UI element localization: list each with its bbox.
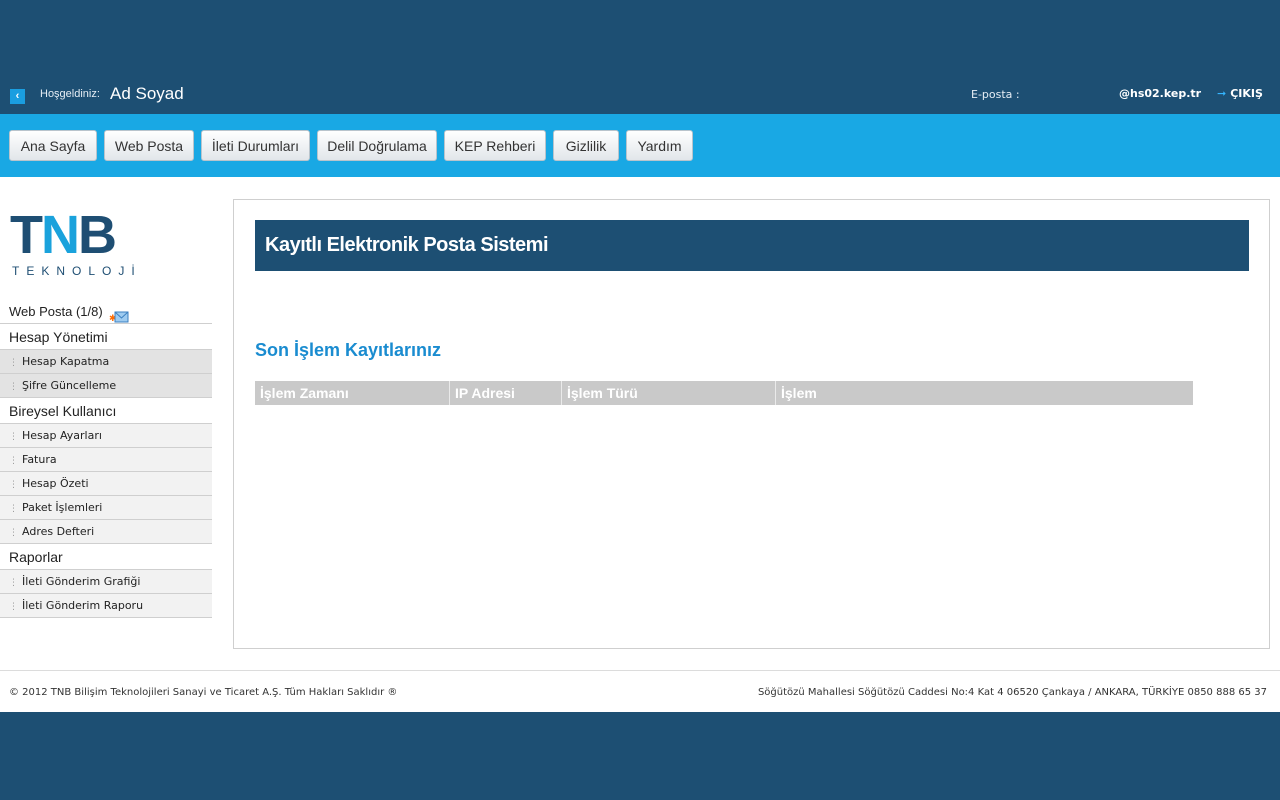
page-frame: ‹ Hoşgeldiniz: Ad Soyad E-posta : @hs02.… bbox=[0, 80, 1280, 712]
arrow-right-icon: ➞ bbox=[1217, 87, 1227, 100]
sidebar-item-close-account[interactable]: ⋮ Hesap Kapatma bbox=[0, 350, 212, 374]
sidebar-item-send-chart[interactable]: ⋮ İleti Gönderim Grafiği bbox=[0, 570, 212, 594]
new-mail-icon: ✱ bbox=[109, 307, 129, 323]
top-bar: ‹ Hoşgeldiniz: Ad Soyad E-posta : @hs02.… bbox=[0, 80, 1280, 114]
sidebar: Web Posta (1/8) ✱ Hesap Yönetimi ⋮ Hesap … bbox=[0, 300, 212, 618]
log-table-header: İşlem Zamanı IP Adresi İşlem Türü İşlem bbox=[255, 381, 1193, 405]
welcome-label: Hoşgeldiniz: bbox=[40, 88, 100, 100]
column-header-time: İşlem Zamanı bbox=[255, 381, 450, 405]
logout-label: ÇIKIŞ bbox=[1230, 87, 1263, 100]
company-logo[interactable]: TNB TEKNOLOJİ bbox=[10, 208, 160, 278]
footer-copyright: © 2012 TNB Bilişim Teknolojileri Sanayi … bbox=[9, 687, 398, 698]
sidebar-group-reports[interactable]: Raporlar bbox=[0, 544, 212, 570]
sidebar-item-package-operations[interactable]: ⋮ Paket İşlemleri bbox=[0, 496, 212, 520]
nav-message-status-button[interactable]: İleti Durumları bbox=[201, 130, 310, 161]
column-header-type: İşlem Türü bbox=[562, 381, 776, 405]
nav-kep-directory-button[interactable]: KEP Rehberi bbox=[444, 130, 546, 161]
back-icon[interactable]: ‹ bbox=[10, 89, 25, 104]
sidebar-item-invoice[interactable]: ⋮ Fatura bbox=[0, 448, 212, 472]
section-title: Son İşlem Kayıtlarınız bbox=[255, 340, 442, 360]
nav-help-button[interactable]: Yardım bbox=[626, 130, 693, 161]
sidebar-item-send-report[interactable]: ⋮ İleti Gönderim Raporu bbox=[0, 594, 212, 618]
sidebar-group-individual[interactable]: Bireysel Kullanıcı bbox=[0, 398, 212, 424]
nav-webmail-button[interactable]: Web Posta bbox=[104, 130, 194, 161]
footer: © 2012 TNB Bilişim Teknolojileri Sanayi … bbox=[0, 670, 1280, 712]
sidebar-item-account-settings[interactable]: ⋮ Hesap Ayarları bbox=[0, 424, 212, 448]
logout-button[interactable]: ➞ ÇIKIŞ bbox=[1217, 87, 1263, 100]
main-nav: Ana Sayfa Web Posta İleti Durumları Deli… bbox=[0, 114, 1280, 177]
sidebar-group-account[interactable]: Hesap Yönetimi bbox=[0, 324, 212, 350]
email-value: @hs02.kep.tr bbox=[1119, 87, 1202, 100]
column-header-ip: IP Adresi bbox=[450, 381, 562, 405]
sidebar-item-webmail[interactable]: Web Posta (1/8) ✱ bbox=[0, 300, 212, 324]
column-header-operation: İşlem bbox=[781, 385, 817, 401]
sidebar-item-address-book[interactable]: ⋮ Adres Defteri bbox=[0, 520, 212, 544]
footer-address: Söğütözü Mahallesi Söğütözü Caddesi No:4… bbox=[757, 687, 1267, 698]
nav-evidence-verify-button[interactable]: Delil Doğrulama bbox=[317, 130, 437, 161]
email-label: E-posta : bbox=[971, 88, 1020, 101]
user-name: Ad Soyad bbox=[110, 84, 184, 103]
page-title: Kayıtlı Elektronik Posta Sistemi bbox=[255, 220, 1249, 271]
nav-home-button[interactable]: Ana Sayfa bbox=[9, 130, 97, 161]
nav-privacy-button[interactable]: Gizlilik bbox=[553, 130, 619, 161]
main-content: Kayıtlı Elektronik Posta Sistemi Son İşl… bbox=[233, 199, 1270, 649]
sidebar-item-password-update[interactable]: ⋮ Şifre Güncelleme bbox=[0, 374, 212, 398]
sidebar-item-account-summary[interactable]: ⋮ Hesap Özeti bbox=[0, 472, 212, 496]
